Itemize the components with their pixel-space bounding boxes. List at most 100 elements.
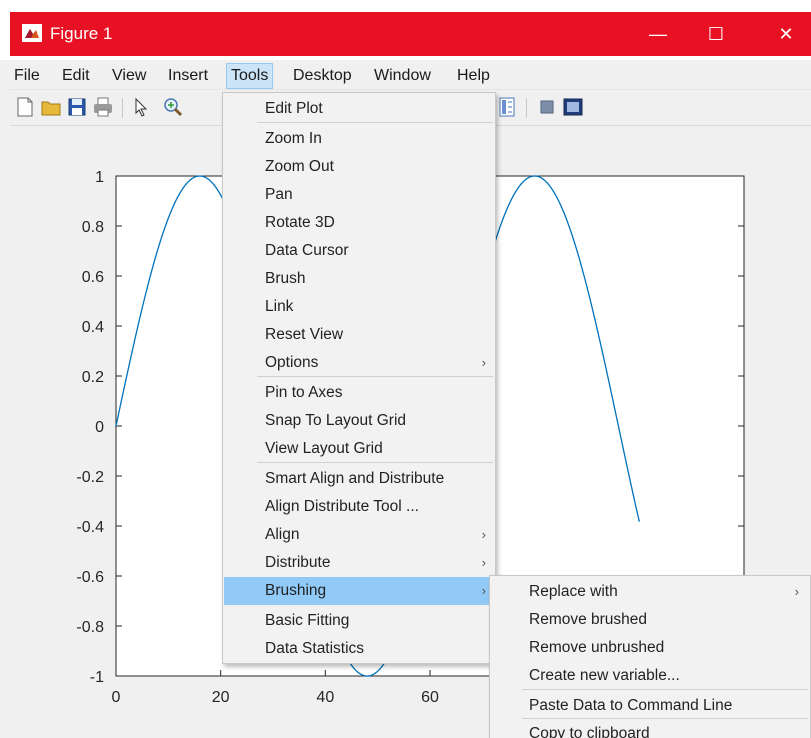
brushing-menu-item-paste-data-to-command-line[interactable]: Paste Data to Command Line [491, 692, 809, 720]
y-tick-label: -0.2 [76, 469, 104, 486]
brushing-menu-item-replace-with[interactable]: Replace with › [491, 578, 809, 606]
menu-item-label: Pin to Axes [265, 384, 343, 401]
menu-tools[interactable]: Tools [226, 63, 274, 89]
y-tick-label: -1 [90, 669, 104, 686]
tools-menu: Edit Plot Zoom In Zoom Out Pan Rotate 3D Data… [222, 92, 496, 664]
close-button[interactable]: ✕ [766, 18, 806, 50]
x-tick-label: 0 [112, 689, 121, 706]
tools-menu-item-view-layout-grid[interactable]: View Layout Grid [224, 435, 494, 463]
menu-item-label: Align [265, 526, 300, 543]
y-tick-label: -0.6 [76, 569, 104, 586]
tools-menu-item-brushing[interactable]: Brushing › [224, 577, 494, 605]
menu-item-label: Pan [265, 186, 293, 203]
menu-item-label: Zoom Out [265, 158, 334, 175]
menu-help[interactable]: Help [453, 63, 494, 89]
tools-menu-item-data-statistics[interactable]: Data Statistics [224, 635, 494, 663]
brushing-menu-item-remove-brushed[interactable]: Remove brushed [491, 606, 809, 634]
print-icon[interactable] [92, 96, 114, 118]
menu-insert[interactable]: Insert [164, 63, 212, 89]
menu-item-label: Options [265, 354, 319, 371]
menu-item-label: Remove brushed [529, 611, 648, 628]
menu-item-label: Paste Data to Command Line [529, 697, 733, 714]
menu-file[interactable]: File [10, 63, 44, 89]
menu-item-label: Distribute [265, 554, 331, 571]
toolbar-separator [122, 98, 123, 118]
chevron-right-icon: › [481, 527, 486, 542]
hide-plot-tools-icon[interactable] [536, 96, 558, 118]
colorbar-icon[interactable] [496, 96, 518, 118]
matlab-figure-icon [22, 24, 42, 42]
menu-item-label: Brush [265, 270, 306, 287]
menu-item-label: Copy to clipboard [529, 725, 650, 738]
menu-item-label: Create new variable... [529, 667, 680, 684]
brushing-menu-item-copy-to-clipboard[interactable]: Copy to clipboard [491, 720, 809, 738]
show-plot-tools-icon[interactable] [562, 96, 584, 118]
tools-menu-item-link[interactable]: Link [224, 293, 494, 321]
menu-item-label: Align Distribute Tool ... [265, 498, 419, 515]
menu-item-label: Reset View [265, 326, 344, 343]
toolbar-separator [526, 98, 527, 118]
menu-view[interactable]: View [108, 63, 150, 89]
x-tick-label: 40 [316, 689, 334, 706]
zoom-in-icon[interactable] [162, 96, 184, 118]
tools-menu-item-edit-plot[interactable]: Edit Plot [224, 95, 494, 123]
brushing-submenu: Replace with › Remove brushed Remove unbrus… [489, 575, 811, 738]
tools-menu-item-align-distribute-tool[interactable]: Align Distribute Tool ... [224, 493, 494, 521]
chevron-right-icon: › [481, 583, 486, 598]
maximize-button[interactable]: ☐ [696, 18, 736, 50]
tools-menu-item-basic-fitting[interactable]: Basic Fitting [224, 607, 494, 635]
menu-item-label: View Layout Grid [265, 440, 383, 457]
x-tick-label: 20 [212, 689, 230, 706]
menu-item-label: Snap To Layout Grid [265, 412, 407, 429]
y-tick-label: 1 [95, 169, 104, 186]
tools-menu-item-snap-to-layout-grid[interactable]: Snap To Layout Grid [224, 407, 494, 435]
menu-item-label: Zoom In [265, 130, 322, 147]
x-tick-label: 60 [421, 689, 439, 706]
y-tick-label: 0 [95, 419, 104, 436]
tools-menu-item-zoom-in[interactable]: Zoom In [224, 125, 494, 153]
chevron-right-icon: › [481, 355, 486, 370]
tools-menu-item-align[interactable]: Align › [224, 521, 494, 549]
menu-desktop[interactable]: Desktop [289, 63, 356, 89]
tools-menu-item-pin-to-axes[interactable]: Pin to Axes [224, 379, 494, 407]
y-tick-label: -0.4 [76, 519, 104, 536]
tools-menu-item-reset-view[interactable]: Reset View [224, 321, 494, 349]
y-tick-label: 0.2 [82, 369, 104, 386]
brushing-menu-item-create-new-variable[interactable]: Create new variable... [491, 662, 809, 690]
menu-item-label: Basic Fitting [265, 612, 350, 629]
tools-menu-item-zoom-out[interactable]: Zoom Out [224, 153, 494, 181]
minimize-button[interactable]: — [638, 18, 678, 50]
window-titlebar: Figure 1 — ☐ ✕ [0, 0, 811, 60]
pointer-icon[interactable] [130, 96, 152, 118]
y-tick-label: -0.8 [76, 619, 104, 636]
menu-window[interactable]: Window [370, 63, 435, 89]
tools-menu-item-brush[interactable]: Brush [224, 265, 494, 293]
save-icon[interactable] [66, 96, 88, 118]
menu-item-label: Data Statistics [265, 640, 365, 657]
window-title: Figure 1 [50, 24, 113, 43]
new-figure-icon[interactable] [14, 96, 36, 118]
y-tick-label: 0.8 [82, 219, 104, 236]
tools-menu-item-rotate-3d[interactable]: Rotate 3D [224, 209, 494, 237]
titlebar-background: Figure 1 — ☐ ✕ [10, 12, 811, 56]
menu-edit[interactable]: Edit [58, 63, 94, 89]
menu-item-label: Remove unbrushed [529, 639, 665, 656]
chevron-right-icon: › [481, 555, 486, 570]
menu-item-label: Rotate 3D [265, 214, 335, 231]
open-file-icon[interactable] [40, 96, 62, 118]
tools-menu-item-options[interactable]: Options › [224, 349, 494, 377]
menu-item-label: Replace with [529, 583, 618, 600]
tools-menu-item-distribute[interactable]: Distribute › [224, 549, 494, 577]
menu-item-label: Brushing [265, 582, 327, 599]
tools-menu-item-data-cursor[interactable]: Data Cursor [224, 237, 494, 265]
menu-item-label: Link [265, 298, 294, 315]
menu-item-label: Edit Plot [265, 100, 323, 117]
y-tick-label: 0.6 [82, 269, 104, 286]
y-tick-label: 0.4 [82, 319, 104, 336]
brushing-menu-item-remove-unbrushed[interactable]: Remove unbrushed [491, 634, 809, 662]
menu-item-label: Smart Align and Distribute [265, 470, 445, 487]
tools-menu-item-pan[interactable]: Pan [224, 181, 494, 209]
menubar: File Edit View Insert Tools Desktop Wind… [10, 60, 811, 90]
tools-menu-item-smart-align-and-distribute[interactable]: Smart Align and Distribute [224, 465, 494, 493]
chevron-right-icon: › [794, 584, 799, 599]
